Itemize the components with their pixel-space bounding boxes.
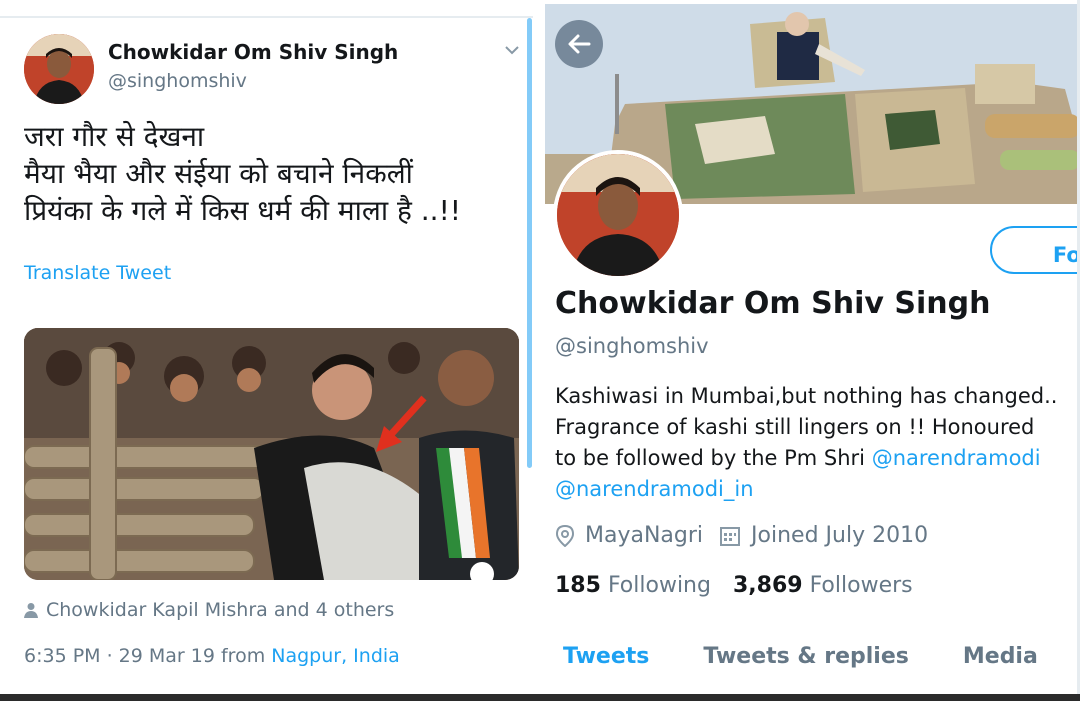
back-arrow-icon xyxy=(568,34,591,54)
profile-name: Chowkidar Om Shiv Singh xyxy=(555,286,991,321)
profile-stats: 185 Following 3,869 Followers xyxy=(555,573,913,598)
profile-joined: Joined July 2010 xyxy=(751,523,929,548)
author-name[interactable]: Chowkidar Om Shiv Singh xyxy=(108,40,398,64)
tab-tweets[interactable]: Tweets xyxy=(563,644,649,669)
follow-button[interactable]: Foll xyxy=(990,226,1080,274)
tweet-line: जरा गौर से देखना xyxy=(24,120,205,153)
followers-count: 3,869 xyxy=(732,573,803,598)
tweet-text: जरा गौर से देखना मैया भैया और संईया को ब… xyxy=(24,118,524,229)
bio-line: Kashiwasi in Mumbai,but nothing has chan… xyxy=(555,384,1058,408)
divider xyxy=(0,16,533,18)
tweet-time: 6:35 PM · 29 Mar 19 from xyxy=(24,645,272,667)
profile-bio: Kashiwasi in Mumbai,but nothing has chan… xyxy=(555,381,1080,505)
bottom-bar xyxy=(0,694,1080,701)
profile-info-row: MayaNagri Joined July 2010 xyxy=(555,523,944,548)
profile-panel: Foll Chowkidar Om Shiv Singh @singhomshi… xyxy=(545,0,1080,694)
translate-tweet-link[interactable]: Translate Tweet xyxy=(24,262,171,284)
following-link[interactable]: 185 Following xyxy=(555,573,711,598)
tweet-line: मैया भैया और संईया को बचाने निकलीं xyxy=(24,157,413,190)
following-count: 185 xyxy=(555,573,601,598)
profile-tabs: Tweets Tweets & replies Media xyxy=(563,644,1080,669)
calendar-icon xyxy=(720,526,741,546)
tweet-photo[interactable] xyxy=(24,328,519,580)
bio-line: @narendramodi_in xyxy=(555,474,1080,505)
liked-by[interactable]: Chowkidar Kapil Mishra and 4 others xyxy=(24,599,394,621)
bio-mention-link[interactable]: @narendramodi_in xyxy=(555,477,754,501)
back-button[interactable] xyxy=(555,20,603,68)
followers-label: Followers xyxy=(809,573,913,598)
followers-link[interactable]: 3,869 Followers xyxy=(733,573,913,598)
profile-avatar[interactable] xyxy=(553,150,683,280)
bio-mention-link[interactable]: @narendramodi xyxy=(872,446,1041,470)
tweet-meta: 6:35 PM · 29 Mar 19 from Nagpur, India xyxy=(24,645,400,667)
bio-line: to be followed by the Pm Shri @narendram… xyxy=(555,443,1080,474)
scrollbar[interactable] xyxy=(527,18,532,468)
tab-tweets-replies[interactable]: Tweets & replies xyxy=(703,644,909,669)
bio-line: Fragrance of kashi still lingers on !! H… xyxy=(555,415,1035,439)
bio-text: to be followed by the Pm Shri xyxy=(555,446,872,470)
tab-media[interactable]: Media xyxy=(963,644,1038,669)
profile-location: MayaNagri xyxy=(585,523,704,548)
chevron-down-icon[interactable] xyxy=(502,40,522,60)
author-avatar[interactable] xyxy=(24,34,94,104)
tweet-panel: Chowkidar Om Shiv Singh @singhomshiv जरा… xyxy=(0,0,533,694)
location-pin-icon xyxy=(555,524,575,547)
person-icon xyxy=(24,603,38,618)
liked-by-text: Chowkidar Kapil Mishra and 4 others xyxy=(46,599,395,621)
tweet-line: प्रियंका के गले में किस धर्म की माला है … xyxy=(24,194,462,227)
tweet-place-link[interactable]: Nagpur, India xyxy=(271,645,400,667)
author-handle[interactable]: @singhomshiv xyxy=(108,70,247,92)
profile-handle: @singhomshiv xyxy=(555,334,709,358)
following-label: Following xyxy=(607,573,711,598)
